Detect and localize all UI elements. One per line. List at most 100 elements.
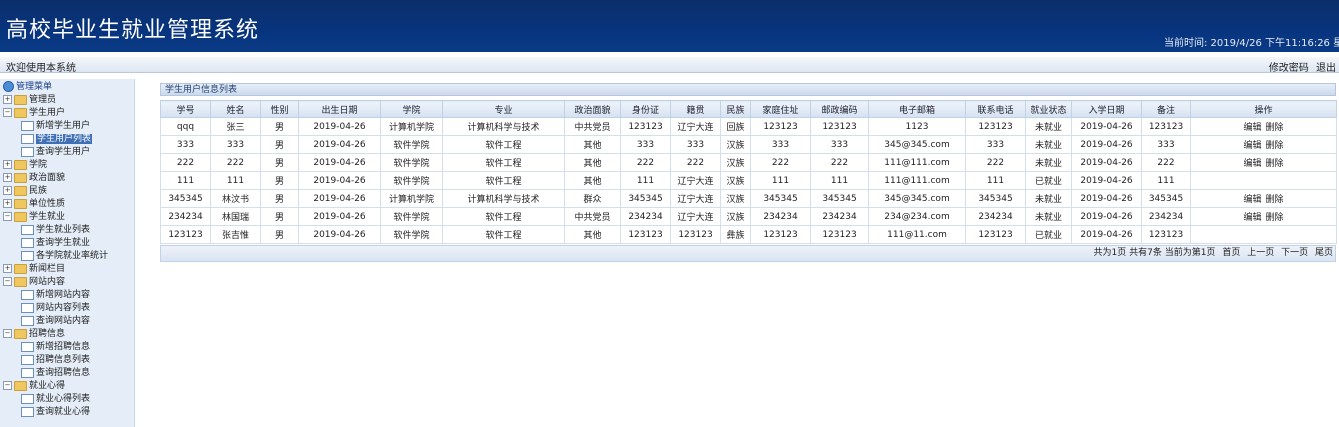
table-cell: 中共党员 bbox=[564, 117, 621, 136]
edit-link[interactable]: 编辑 bbox=[1243, 159, 1261, 169]
table-cell: 333 bbox=[965, 135, 1026, 154]
sidebar-folder[interactable]: − 学生用户 bbox=[3, 107, 65, 119]
table-row: 222 222 男 2019-04-26 软件学院 软件工程 其他 222 222 汉族 222 22… bbox=[160, 153, 1337, 172]
sidebar-folder[interactable]: + 学院 bbox=[3, 159, 47, 171]
sidebar-item[interactable]: 学生就业列表 bbox=[21, 224, 90, 236]
expander-icon[interactable]: − bbox=[3, 329, 12, 338]
sidebar-item[interactable]: 网站内容列表 bbox=[21, 302, 90, 314]
sidebar-item[interactable]: 查询学生用户 bbox=[21, 146, 90, 158]
page-icon bbox=[21, 315, 34, 326]
sidebar-item[interactable]: 新增网站内容 bbox=[21, 289, 90, 301]
column-header: 就业状态 bbox=[1025, 100, 1072, 118]
table-cell: 其他 bbox=[564, 135, 621, 154]
expander-icon[interactable]: − bbox=[3, 212, 12, 221]
sidebar-item[interactable]: 新增招聘信息 bbox=[21, 341, 90, 353]
sidebar-item[interactable]: 学生用户列表 bbox=[21, 133, 93, 145]
pager-prev[interactable]: 上一页 bbox=[1247, 248, 1274, 258]
page-icon bbox=[21, 133, 34, 144]
sidebar-folder[interactable]: + 单位性质 bbox=[3, 198, 65, 210]
expander-icon[interactable]: + bbox=[3, 264, 12, 273]
table-cell: 软件工程 bbox=[442, 135, 565, 154]
table-cell: 未就业 bbox=[1025, 153, 1072, 172]
table-cell: 男 bbox=[260, 135, 299, 154]
expander-icon[interactable]: − bbox=[3, 277, 12, 286]
table-cell: 333 bbox=[810, 135, 869, 154]
table-cell: 2019-04-26 bbox=[298, 117, 381, 136]
edit-link[interactable]: 编辑 bbox=[1243, 213, 1261, 223]
expander-icon[interactable]: + bbox=[3, 95, 12, 104]
table-row: 234234 林国瑞男 2019-04-26 软件学院 软件工程 中共党员 234234 辽宁… bbox=[160, 207, 1337, 226]
table-cell: 222 bbox=[160, 153, 211, 172]
table-cell: 2019-04-26 bbox=[298, 153, 381, 172]
table-cell: 软件工程 bbox=[442, 225, 565, 244]
sidebar-item[interactable]: 查询就业心得 bbox=[21, 406, 90, 418]
column-header: 民族 bbox=[720, 100, 751, 118]
sidebar-folder[interactable]: + 民族 bbox=[3, 185, 47, 197]
sidebar-item-label: 网站内容列表 bbox=[36, 303, 91, 313]
delete-link[interactable]: 删除 bbox=[1266, 123, 1284, 133]
pager-last[interactable]: 尾页 bbox=[1315, 248, 1333, 258]
actions-cell bbox=[1190, 225, 1337, 244]
sidebar-folder[interactable]: − 招聘信息 bbox=[3, 328, 65, 340]
table-cell: 张三 bbox=[210, 117, 261, 136]
table-cell: 其他 bbox=[564, 171, 621, 190]
table-cell: 111 bbox=[810, 171, 869, 190]
sidebar-folder[interactable]: + 新闻栏目 bbox=[3, 263, 65, 275]
table-cell: 345345 bbox=[750, 189, 811, 208]
sidebar-item[interactable]: 查询网站内容 bbox=[21, 315, 90, 327]
sidebar-item-label: 学生用户列表 bbox=[36, 134, 93, 144]
delete-link[interactable]: 删除 bbox=[1266, 141, 1284, 151]
sidebar-item-label: 学生用户 bbox=[29, 108, 66, 118]
expander-icon[interactable]: − bbox=[3, 381, 12, 390]
sidebar-item[interactable]: 查询招聘信息 bbox=[21, 367, 90, 379]
table-cell: 111@11.com bbox=[868, 225, 966, 244]
table-cell: 计算机学院 bbox=[380, 117, 443, 136]
edit-link[interactable]: 编辑 bbox=[1243, 123, 1261, 133]
table-cell: 2019-04-26 bbox=[298, 171, 381, 190]
sidebar-item-label: 学生就业 bbox=[29, 212, 66, 222]
edit-link[interactable]: 编辑 bbox=[1243, 141, 1261, 151]
delete-link[interactable]: 删除 bbox=[1266, 159, 1284, 169]
pager-next[interactable]: 下一页 bbox=[1281, 248, 1308, 258]
sidebar-folder[interactable]: − 学生就业 bbox=[3, 211, 65, 223]
expander-icon[interactable]: + bbox=[3, 186, 12, 195]
sidebar-item[interactable]: 新增学生用户 bbox=[21, 120, 90, 132]
pager-first[interactable]: 首页 bbox=[1222, 248, 1240, 258]
menu-root[interactable]: 管理菜单 bbox=[3, 81, 52, 93]
delete-link[interactable]: 删除 bbox=[1266, 195, 1284, 205]
sidebar-item[interactable]: 各学院就业率统计 bbox=[21, 250, 108, 262]
expander-icon[interactable]: + bbox=[3, 173, 12, 182]
sidebar-folder[interactable]: − 网站内容 bbox=[3, 276, 65, 288]
table-row: 111 111 男 2019-04-26 软件学院 软件工程 其他 111 辽宁大连 汉族 111 1… bbox=[160, 171, 1337, 190]
table-cell: 333 bbox=[670, 135, 721, 154]
sidebar-folder[interactable]: + 政治面貌 bbox=[3, 172, 65, 184]
table-cell: 111 bbox=[160, 171, 211, 190]
folder-icon bbox=[14, 211, 27, 222]
sidebar-folder[interactable]: − 就业心得 bbox=[3, 380, 65, 392]
expander-icon[interactable]: − bbox=[3, 108, 12, 117]
expander-icon[interactable]: + bbox=[3, 160, 12, 169]
expander-icon[interactable]: + bbox=[3, 199, 12, 208]
table-cell: 2019-04-26 bbox=[1071, 189, 1142, 208]
sidebar-item-label: 管理员 bbox=[29, 95, 57, 105]
menu-root-label: 管理菜单 bbox=[16, 82, 53, 92]
table-cell: 软件学院 bbox=[380, 171, 443, 190]
table-cell: 111 bbox=[750, 171, 811, 190]
table-cell: 林汶书 bbox=[210, 189, 261, 208]
table-cell: 2019-04-26 bbox=[1071, 153, 1142, 172]
edit-link[interactable]: 编辑 bbox=[1243, 195, 1261, 205]
page-icon bbox=[21, 237, 34, 248]
sidebar-item[interactable]: 查询学生就业 bbox=[21, 237, 90, 249]
actions-cell: 编辑 删除 bbox=[1190, 153, 1337, 172]
change-password-link[interactable]: 修改密码 bbox=[1269, 63, 1309, 74]
sidebar-item[interactable]: 招聘信息列表 bbox=[21, 354, 90, 366]
current-time: 当前时间: 2019/4/26 下午11:16:26 星期 bbox=[1164, 38, 1339, 49]
folder-icon bbox=[14, 107, 27, 118]
table-row: 123123 张吉惟男 2019-04-26 软件学院 软件工程 其他 123123 1231… bbox=[160, 225, 1337, 244]
sidebar-folder[interactable]: + 管理员 bbox=[3, 94, 56, 106]
sidebar-item[interactable]: 就业心得列表 bbox=[21, 393, 90, 405]
delete-link[interactable]: 删除 bbox=[1266, 213, 1284, 223]
table-cell: 辽宁大连 bbox=[670, 189, 721, 208]
table-cell: 中共党员 bbox=[564, 207, 621, 226]
logout-link[interactable]: 退出 bbox=[1316, 63, 1336, 74]
